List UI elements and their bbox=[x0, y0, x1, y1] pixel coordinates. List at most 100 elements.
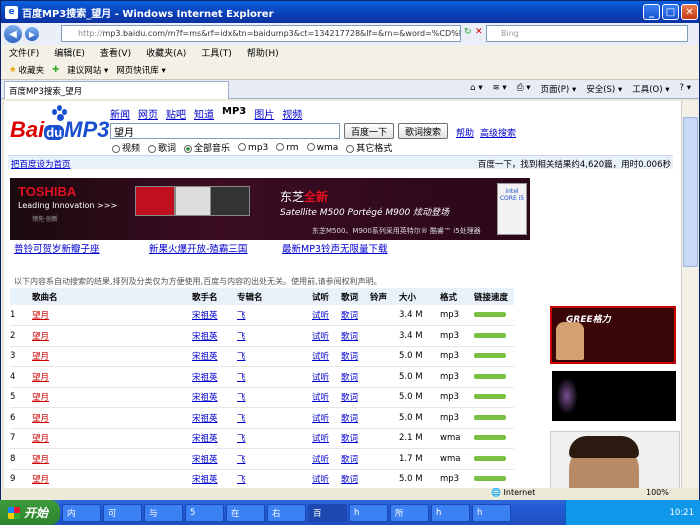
album-link[interactable]: 飞 bbox=[237, 366, 312, 388]
song-link[interactable]: 望月 bbox=[32, 325, 192, 347]
lyric-link[interactable]: 歌词 bbox=[341, 448, 370, 470]
rss-icon[interactable]: ≋ ▾ bbox=[493, 83, 507, 95]
taskbar-item[interactable]: h bbox=[349, 503, 388, 522]
opt-rm[interactable]: rm bbox=[276, 143, 299, 153]
song-link[interactable]: 望月 bbox=[32, 387, 192, 408]
taskbar-item[interactable]: 右 bbox=[267, 503, 306, 522]
singer-link[interactable]: 宋祖英 bbox=[192, 469, 237, 488]
nav-images[interactable]: 图片 bbox=[254, 106, 274, 121]
song-link[interactable]: 望月 bbox=[32, 305, 192, 326]
side-ad-photo[interactable] bbox=[550, 431, 680, 488]
advanced-search-link[interactable]: 高级搜索 bbox=[480, 126, 516, 139]
taskbar-item[interactable]: 可 bbox=[103, 503, 142, 522]
song-link[interactable]: 望月 bbox=[32, 346, 192, 367]
taskbar-item[interactable]: 与 bbox=[144, 503, 183, 522]
tools-menu[interactable]: 工具(O) ▾ bbox=[632, 83, 669, 95]
menu-favorites[interactable]: 收藏夹(A) bbox=[146, 46, 186, 59]
lyric-link[interactable]: 歌词 bbox=[341, 387, 370, 408]
suggested-sites[interactable]: 建议网站 ▾ bbox=[67, 64, 108, 76]
maximize-button[interactable]: □ bbox=[662, 4, 679, 20]
lyric-search-button[interactable]: 歌词搜索 bbox=[398, 123, 448, 139]
taskbar-item[interactable]: h bbox=[472, 503, 511, 522]
album-link[interactable]: 飞 bbox=[237, 428, 312, 449]
query-input[interactable]: 望月 bbox=[110, 123, 340, 139]
home-icon[interactable]: ⌂ ▾ bbox=[470, 83, 482, 95]
minimize-button[interactable]: _ bbox=[643, 4, 660, 20]
listen-link[interactable]: 试听 bbox=[312, 428, 341, 449]
listen-link[interactable]: 试听 bbox=[312, 407, 341, 429]
listen-link[interactable]: 试听 bbox=[312, 346, 341, 367]
song-link[interactable]: 望月 bbox=[32, 448, 192, 470]
start-button[interactable]: 开始 bbox=[0, 500, 60, 525]
menu-file[interactable]: 文件(F) bbox=[9, 46, 39, 59]
menu-help[interactable]: 帮助(H) bbox=[247, 46, 279, 59]
listen-link[interactable]: 试听 bbox=[312, 469, 341, 488]
album-link[interactable]: 飞 bbox=[237, 407, 312, 429]
lyric-link[interactable]: 歌词 bbox=[341, 366, 370, 388]
listen-link[interactable]: 试听 bbox=[312, 448, 341, 470]
album-link[interactable]: 飞 bbox=[237, 387, 312, 408]
taskbar-item[interactable]: 在 bbox=[226, 503, 265, 522]
lyric-link[interactable]: 歌词 bbox=[341, 407, 370, 429]
singer-link[interactable]: 宋祖英 bbox=[192, 346, 237, 367]
lyric-link[interactable]: 歌词 bbox=[341, 428, 370, 449]
opt-all-music[interactable]: 全部音乐 bbox=[184, 141, 230, 154]
add-favorite-icon[interactable]: ✚ bbox=[52, 65, 59, 75]
side-ad[interactable] bbox=[552, 371, 676, 421]
set-homepage-link[interactable]: 把百度设为首页 bbox=[11, 158, 71, 170]
taskbar-item[interactable]: 5 bbox=[185, 503, 224, 522]
listen-link[interactable]: 试听 bbox=[312, 387, 341, 408]
nav-zhidao[interactable]: 知道 bbox=[194, 106, 214, 121]
nav-web[interactable]: 网页 bbox=[138, 106, 158, 121]
menu-edit[interactable]: 编辑(E) bbox=[54, 46, 85, 59]
help-link[interactable]: 帮助 bbox=[456, 126, 474, 139]
singer-link[interactable]: 宋祖英 bbox=[192, 305, 237, 326]
album-link[interactable]: 飞 bbox=[237, 325, 312, 347]
help-icon[interactable]: ? ▾ bbox=[680, 83, 691, 95]
menu-tools[interactable]: 工具(T) bbox=[201, 46, 232, 59]
taskbar-item[interactable]: 所 bbox=[390, 503, 429, 522]
opt-video[interactable]: 视频 bbox=[112, 141, 140, 154]
taskbar-item[interactable]: h bbox=[431, 503, 470, 522]
web-slice-gallery[interactable]: 网页快讯库 ▾ bbox=[116, 64, 165, 76]
song-link[interactable]: 望月 bbox=[32, 366, 192, 388]
vertical-scrollbar[interactable] bbox=[681, 101, 698, 488]
stop-icon[interactable]: ✕ bbox=[475, 27, 483, 37]
album-link[interactable]: 飞 bbox=[237, 448, 312, 470]
listen-link[interactable]: 试听 bbox=[312, 366, 341, 388]
ad-link[interactable]: 新果火爆开放-殖霸三国 bbox=[149, 241, 282, 255]
menu-view[interactable]: 查看(V) bbox=[100, 46, 131, 59]
singer-link[interactable]: 宋祖英 bbox=[192, 387, 237, 408]
nav-video[interactable]: 视频 bbox=[282, 106, 302, 121]
opt-mp3[interactable]: mp3 bbox=[238, 143, 268, 153]
lyric-link[interactable]: 歌词 bbox=[341, 346, 370, 367]
toshiba-banner-ad[interactable]: TOSHIBA Leading Innovation >>> 领先·创新 东芝全… bbox=[10, 178, 530, 240]
taskbar-item[interactable]: 百 bbox=[308, 503, 347, 522]
album-link[interactable]: 飞 bbox=[237, 346, 312, 367]
refresh-icon[interactable]: ↻ bbox=[464, 27, 472, 37]
song-link[interactable]: 望月 bbox=[32, 428, 192, 449]
taskbar-item[interactable]: 内 bbox=[62, 503, 101, 522]
print-icon[interactable]: ⎙ ▾ bbox=[517, 83, 531, 95]
ad-link[interactable]: 普铃可贺岁新瓣子座 bbox=[14, 241, 149, 255]
lyric-link[interactable]: 歌词 bbox=[341, 469, 370, 488]
singer-link[interactable]: 宋祖英 bbox=[192, 366, 237, 388]
favorites-button[interactable]: 收藏夹 bbox=[19, 64, 45, 76]
singer-link[interactable]: 宋祖英 bbox=[192, 407, 237, 429]
page-menu[interactable]: 页面(P) ▾ bbox=[540, 83, 576, 95]
song-link[interactable]: 望月 bbox=[32, 469, 192, 488]
back-button[interactable]: ◀ bbox=[4, 25, 22, 43]
nav-news[interactable]: 新闻 bbox=[110, 106, 130, 121]
opt-wma[interactable]: wma bbox=[306, 143, 338, 153]
gree-ad[interactable]: GREE格力 bbox=[550, 306, 676, 364]
search-input[interactable]: Bing bbox=[486, 25, 688, 42]
scroll-thumb[interactable] bbox=[683, 117, 698, 267]
singer-link[interactable]: 宋祖英 bbox=[192, 428, 237, 449]
singer-link[interactable]: 宋祖英 bbox=[192, 325, 237, 347]
opt-lyric[interactable]: 歌词 bbox=[148, 141, 176, 154]
opt-other[interactable]: 其它格式 bbox=[346, 141, 392, 154]
lyric-link[interactable]: 歌词 bbox=[341, 325, 370, 347]
ad-link[interactable]: 最新MP3铃声无限量下载 bbox=[282, 241, 387, 255]
search-button[interactable]: 百度一下 bbox=[344, 123, 394, 139]
forward-button[interactable]: ▶ bbox=[25, 27, 39, 41]
